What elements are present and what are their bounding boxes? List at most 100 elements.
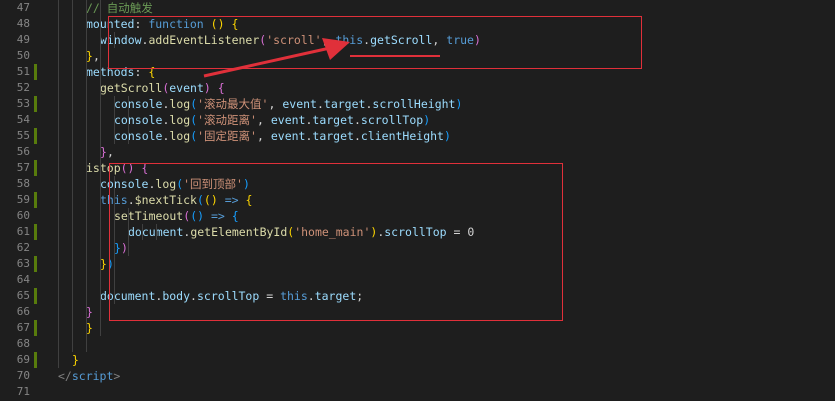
line-number: 66 — [16, 305, 30, 318]
code-token: script — [71, 369, 114, 383]
line-number: 62 — [16, 241, 30, 254]
code-token: ) — [203, 81, 211, 95]
code-line[interactable]: 52 getScroll(event) { — [0, 80, 835, 96]
code-token: } — [72, 353, 79, 367]
code-line[interactable]: 69} — [0, 352, 835, 368]
highlight-box-mounted — [108, 16, 642, 69]
code-token: . — [353, 113, 361, 127]
line-number: 68 — [16, 337, 30, 350]
code-token: console — [114, 129, 163, 143]
git-change-marker — [34, 224, 37, 240]
line-number: 69 — [16, 353, 30, 366]
code-token: event — [270, 113, 306, 127]
git-change-marker — [34, 192, 37, 208]
code-line[interactable]: 68 — [0, 336, 835, 352]
line-number: 57 — [16, 161, 30, 174]
indent-guide — [58, 0, 59, 368]
code-token: console — [114, 97, 163, 111]
code-line[interactable]: 56}, — [0, 144, 835, 160]
code-token: '滚动最大值' — [197, 97, 269, 111]
code-text: getScroll(event) { — [100, 80, 225, 96]
code-token: event — [169, 81, 204, 95]
code-token: ) — [455, 97, 463, 111]
code-token: event — [282, 97, 317, 111]
line-number: 63 — [16, 257, 30, 270]
line-number: 47 — [16, 1, 30, 14]
git-change-marker — [34, 96, 37, 112]
line-number: 53 — [16, 97, 30, 110]
indent-guide — [114, 96, 115, 144]
code-token: . — [316, 97, 324, 111]
line-number: 59 — [16, 193, 30, 206]
line-number: 51 — [16, 65, 30, 78]
code-text: </script> — [58, 368, 120, 384]
code-token: , — [92, 49, 100, 63]
code-line[interactable]: 71 — [0, 384, 835, 400]
code-token: log — [169, 129, 191, 143]
code-token: } — [86, 49, 93, 63]
line-number: 61 — [16, 225, 30, 238]
line-number: 55 — [16, 129, 30, 142]
code-line[interactable]: 70 </script> — [0, 368, 835, 384]
code-text: }, — [86, 48, 100, 64]
code-token: scrollHeight — [372, 97, 456, 111]
code-token: target — [312, 113, 354, 127]
git-change-marker — [34, 128, 37, 144]
git-change-marker — [34, 288, 37, 304]
code-token: event — [270, 129, 306, 143]
code-token: scrollTop — [360, 113, 424, 127]
line-number: 58 — [16, 177, 30, 190]
line-number: 64 — [16, 273, 30, 286]
code-token: clientHeight — [360, 129, 444, 143]
code-token: target — [323, 97, 366, 111]
highlight-box-istop — [109, 163, 563, 321]
code-token: log — [169, 97, 191, 111]
line-number: 71 — [16, 385, 30, 398]
line-number: 48 — [16, 17, 30, 30]
code-text: } — [72, 352, 79, 368]
code-token: ) — [443, 129, 451, 143]
code-token: , — [106, 145, 114, 159]
code-editor[interactable]: 47// 自动触发 48 mounted: function () {49 windo… — [0, 0, 835, 401]
code-line[interactable]: 47 // 自动触发 — [0, 0, 835, 16]
code-token: getScroll — [100, 81, 163, 95]
indent-guide — [86, 0, 87, 352]
indent-guide — [72, 0, 73, 352]
annotation-underline — [350, 55, 440, 57]
line-number: 56 — [16, 145, 30, 158]
line-number: 54 — [16, 113, 30, 126]
code-token: , — [256, 129, 271, 143]
code-token: , — [268, 97, 283, 111]
code-line[interactable]: 67} — [0, 320, 835, 336]
code-text: console.log('滚动最大值', event.target.scroll… — [114, 96, 462, 112]
indent-guide — [128, 96, 129, 144]
code-line[interactable]: 54 console.log('滚动距离', event.target.scrol… — [0, 112, 835, 128]
code-token: } — [86, 321, 93, 335]
code-text: } — [86, 304, 93, 320]
line-number: 49 — [16, 33, 30, 46]
code-token: > — [113, 369, 121, 383]
code-token: </ — [58, 369, 72, 383]
code-text: }, — [100, 144, 114, 160]
code-token: '滚动距离' — [197, 113, 257, 127]
code-token: // 自动触发 — [86, 1, 153, 15]
code-text: } — [86, 320, 93, 336]
line-number: 70 — [16, 369, 30, 382]
git-change-marker — [34, 64, 37, 80]
code-token: log — [169, 113, 191, 127]
code-token: , — [256, 113, 271, 127]
code-token: } — [86, 305, 93, 319]
code-line[interactable]: 55 console.log('固定距离', event.target.clien… — [0, 128, 835, 144]
line-number: 67 — [16, 321, 30, 334]
code-text: // 自动触发 — [86, 0, 153, 16]
git-change-marker — [34, 160, 37, 176]
git-change-marker — [34, 352, 37, 368]
git-change-marker — [34, 320, 37, 336]
indent-guide — [100, 0, 101, 336]
code-token: . — [353, 129, 361, 143]
code-token: } — [100, 145, 107, 159]
line-number: 50 — [16, 49, 30, 62]
code-line[interactable]: 53 console.log('滚动最大值', event.target.scro… — [0, 96, 835, 112]
code-text: console.log('固定距离', event.target.clientH… — [114, 128, 451, 144]
